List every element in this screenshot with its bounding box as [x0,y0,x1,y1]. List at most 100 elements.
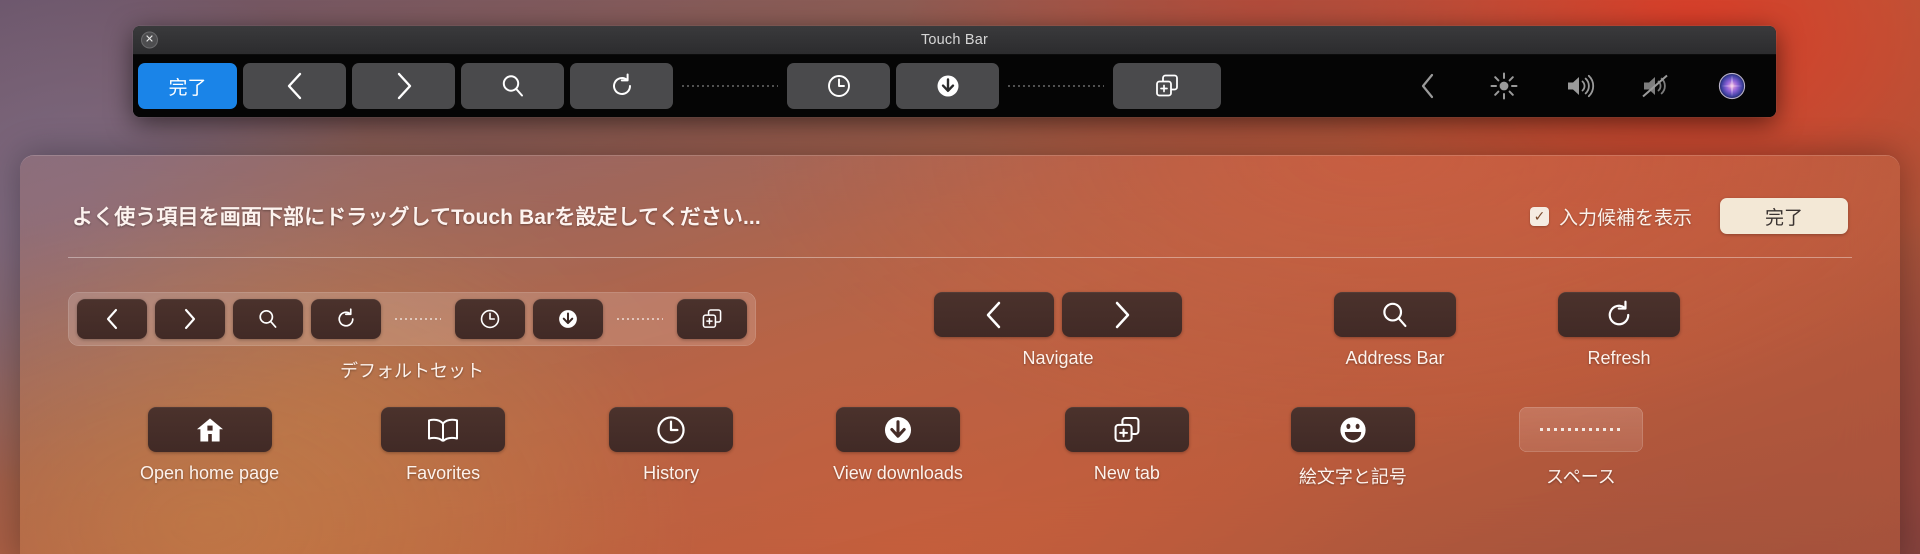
default-set-forward-key[interactable] [155,299,225,339]
new-tab-icon [1111,414,1143,446]
spacer-dots-icon [395,318,441,320]
search-icon [1380,300,1410,330]
search-icon [500,73,526,99]
chevron-right-icon [1111,300,1133,330]
default-set-refresh-key[interactable] [311,299,381,339]
palette-row-one: デフォルトセット Navigate Address Bar Refresh [20,292,1900,383]
brightness-button[interactable] [1466,63,1542,109]
navigate-keys [934,292,1182,337]
chevron-left-icon [103,307,121,331]
show-typing-suggestions-checkbox[interactable]: ✓ 入力候補を表示 [1529,203,1692,230]
touchbar-address-bar-button[interactable] [461,63,564,109]
spacer-dots-icon [1008,85,1104,87]
default-set-address-bar-key[interactable] [233,299,303,339]
chevron-right-icon [393,71,415,101]
siri-button[interactable] [1694,63,1770,109]
clock-icon [655,414,687,446]
download-icon [935,73,961,99]
touch-bar-customization-sheet: よく使う項目を画面下部にドラッグしてTouch Barを設定してください... … [20,155,1900,554]
clock-icon [826,73,852,99]
default-set-group[interactable]: デフォルトセット [68,292,756,383]
touchbar-new-tab-button[interactable] [1113,63,1221,109]
touchbar-forward-button[interactable] [352,63,455,109]
volume-button[interactable] [1542,63,1618,109]
touchbar-done-button[interactable]: 完了 [138,63,237,109]
navigate-back-key[interactable] [934,292,1054,337]
space-dots-icon [1539,428,1622,431]
done-button[interactable]: 完了 [1720,198,1848,234]
checkmark-icon: ✓ [1529,206,1549,226]
control-strip [1390,63,1774,109]
palette-item-label: Open home page [140,463,280,483]
default-set-spacer-1[interactable] [389,318,447,320]
navigate-forward-key[interactable] [1062,292,1182,337]
touchbar-back-button[interactable] [243,63,346,109]
clock-icon [479,308,501,330]
palette-item-address-bar[interactable]: Address Bar [1334,292,1456,369]
refresh-icon [609,73,635,99]
siri-icon [1716,70,1748,102]
view-downloads-key[interactable] [835,407,960,452]
touchbar-spacer-2[interactable] [1002,85,1110,87]
show-typing-suggestions-label: 入力候補を表示 [1558,207,1692,229]
default-set-history-key[interactable] [455,299,525,339]
download-icon [882,414,914,446]
instruction-text: よく使う項目を画面下部にドラッグしてTouch Barを設定してください... [72,206,761,229]
sheet-header: よく使う項目を画面下部にドラッグしてTouch Barを設定してください... … [20,155,1900,241]
touch-bar-strip: 完了 [133,55,1776,117]
palette-item-label: Favorites [406,463,481,483]
palette-item-navigate[interactable]: Navigate [934,292,1182,369]
touchbar-spacer-1[interactable] [676,85,784,87]
sheet-header-controls: ✓ 入力候補を表示 完了 [1529,198,1848,234]
default-set-new-tab-key[interactable] [677,299,747,339]
space-key[interactable] [1518,407,1643,452]
default-set-back-key[interactable] [77,299,147,339]
default-set-spacer-2[interactable] [611,318,669,320]
refresh-icon [335,308,357,330]
default-set-capsule [68,292,756,346]
touchbar-done-label: 完了 [168,77,207,99]
palette-item-emoji-symbols[interactable]: 絵文字と記号 [1290,407,1415,489]
palette-item-favorites[interactable]: Favorites [381,407,506,484]
chevron-left-icon [1418,72,1438,100]
palette-item-label: New tab [1093,463,1160,483]
chevron-right-icon [181,307,199,331]
emoji-icon [1337,414,1369,446]
palette-item-space[interactable]: スペース [1518,407,1643,489]
palette-item-label: 絵文字と記号 [1298,467,1407,487]
close-icon[interactable]: ✕ [141,31,158,49]
palette-item-view-downloads[interactable]: View downloads [833,407,963,484]
chevron-left-icon [284,71,306,101]
default-set-downloads-key[interactable] [533,299,603,339]
new-tab-icon [1153,72,1181,100]
new-tab-key[interactable] [1064,407,1189,452]
favorites-key[interactable] [381,407,506,452]
mute-button[interactable] [1618,63,1694,109]
palette-item-open-home-page[interactable]: Open home page [140,407,279,484]
control-strip-expand-button[interactable] [1390,63,1466,109]
open-home-page-key[interactable] [147,407,272,452]
palette-item-new-tab[interactable]: New tab [1064,407,1189,484]
touchbar-refresh-button[interactable] [570,63,673,109]
palette-item-label: History [643,463,700,483]
history-key[interactable] [609,407,734,452]
palette-item-label: Address Bar [1345,348,1445,368]
palette-item-history[interactable]: History [609,407,734,484]
spacer-dots-icon [682,85,778,87]
palette-item-refresh[interactable]: Refresh [1558,292,1680,369]
chevron-left-icon [983,300,1005,330]
volume-icon [1565,73,1595,99]
touch-bar-titlebar: ✕ Touch Bar [133,26,1776,55]
mute-icon [1641,73,1671,99]
emoji-symbols-key[interactable] [1290,407,1415,452]
sheet-divider [68,257,1852,258]
address-bar-key[interactable] [1334,292,1456,337]
palette-item-label: Refresh [1587,348,1651,368]
new-tab-icon [700,307,724,331]
refresh-icon [1604,300,1634,330]
refresh-key[interactable] [1558,292,1680,337]
touchbar-history-button[interactable] [787,63,890,109]
spacer-dots-icon [617,318,663,320]
touchbar-view-downloads-button[interactable] [896,63,999,109]
book-icon [426,416,460,444]
